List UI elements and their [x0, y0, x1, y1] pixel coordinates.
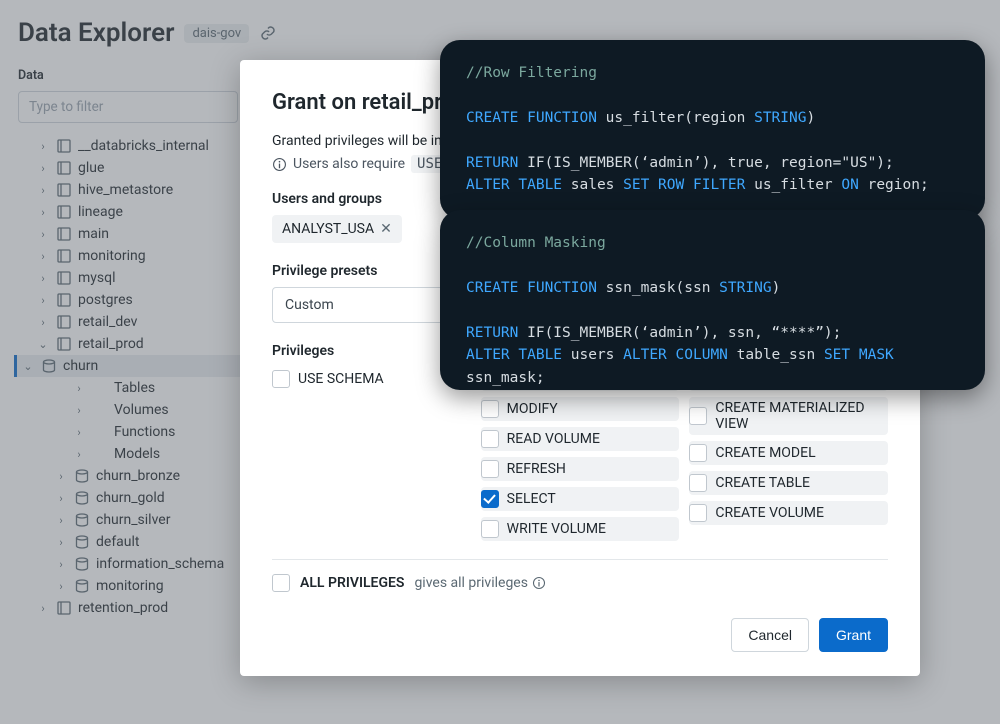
privilege-checkbox[interactable]	[481, 430, 499, 448]
privilege-checkbox[interactable]	[481, 400, 499, 418]
privilege-item[interactable]: SELECT	[481, 487, 680, 511]
all-privileges-label: ALL PRIVILEGES	[300, 575, 404, 591]
privilege-label: READ VOLUME	[507, 431, 600, 447]
privilege-item[interactable]: REFRESH	[481, 457, 680, 481]
principal-chip[interactable]: ANALYST_USA ✕	[272, 215, 402, 243]
privilege-label: USE SCHEMA	[298, 371, 384, 387]
privilege-item[interactable]: CREATE TABLE	[689, 471, 888, 495]
all-privileges-checkbox[interactable]	[272, 574, 290, 592]
privilege-label: REFRESH	[507, 461, 566, 477]
privilege-item[interactable]: READ VOLUME	[481, 427, 680, 451]
code-card-column-mask: //Column Masking CREATE FUNCTION ssn_mas…	[440, 210, 985, 390]
privilege-item[interactable]: CREATE VOLUME	[689, 501, 888, 525]
privilege-checkbox[interactable]	[689, 444, 707, 462]
priv-col-1: USE SCHEMA	[272, 367, 471, 541]
privilege-checkbox[interactable]	[481, 460, 499, 478]
privilege-checkbox[interactable]	[689, 504, 707, 522]
all-privileges-hint: gives all privileges	[414, 575, 546, 591]
priv-col-2: EXECUTEMODIFYREAD VOLUMEREFRESHSELECTWRI…	[481, 367, 680, 541]
privilege-label: SELECT	[507, 491, 556, 507]
info-icon	[272, 157, 287, 172]
cancel-button[interactable]: Cancel	[731, 618, 809, 652]
privilege-label: CREATE TABLE	[715, 475, 810, 491]
privilege-checkbox[interactable]	[689, 407, 707, 425]
privilege-label: MODIFY	[507, 401, 558, 417]
privilege-checkbox[interactable]	[272, 370, 290, 388]
privilege-checkbox[interactable]	[481, 520, 499, 538]
divider	[272, 559, 888, 560]
privilege-label: CREATE MATERIALIZED VIEW	[715, 400, 882, 432]
privilege-checkbox[interactable]	[689, 474, 707, 492]
priv-col-3: CREATE FUNCTIONCREATE MATERIALIZED VIEWC…	[689, 367, 888, 541]
grant-button[interactable]: Grant	[819, 618, 888, 652]
privilege-item[interactable]: CREATE MODEL	[689, 441, 888, 465]
privilege-label: CREATE VOLUME	[715, 505, 824, 521]
privilege-item[interactable]: MODIFY	[481, 397, 680, 421]
privilege-checkbox[interactable]	[481, 490, 499, 508]
chip-remove-icon[interactable]: ✕	[380, 221, 392, 237]
privilege-item[interactable]: WRITE VOLUME	[481, 517, 680, 541]
privilege-label: WRITE VOLUME	[507, 521, 606, 537]
privilege-label: CREATE MODEL	[715, 445, 815, 461]
code-card-row-filter: //Row Filtering CREATE FUNCTION us_filte…	[440, 40, 985, 219]
info-icon[interactable]	[532, 576, 546, 590]
privilege-item[interactable]: CREATE MATERIALIZED VIEW	[689, 397, 888, 435]
